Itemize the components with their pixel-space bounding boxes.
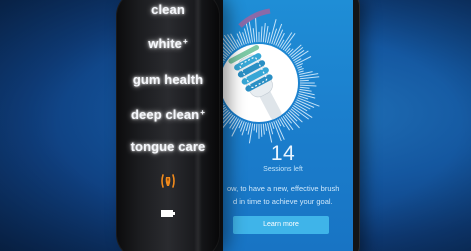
mode-gum-health-label[interactable]: gum health (116, 72, 220, 87)
activity-bar (262, 23, 266, 43)
brush-head-visual (223, 8, 320, 144)
activity-bar (264, 25, 269, 43)
activity-bar (241, 121, 247, 136)
mode-gum-health-text: gum health (132, 72, 204, 87)
info-text-line-1: ow, to have a new, effective brush (227, 184, 340, 193)
activity-bar (245, 122, 249, 132)
mode-tongue-care-text: tongue care (130, 139, 206, 154)
activity-bar (284, 43, 292, 52)
mode-white-text: white (148, 36, 182, 51)
activity-bar (267, 122, 273, 143)
toothbrush-handle: clean white+ gum health deep clean+ tong… (116, 0, 220, 251)
activity-bar (223, 61, 224, 63)
activity-bar (293, 104, 313, 119)
activity-bar (298, 70, 304, 73)
activity-bar (271, 121, 275, 129)
product-photo: 14 Sessions left ow, to have a new, effe… (0, 0, 471, 251)
activity-bar (238, 31, 245, 45)
activity-bar (236, 33, 243, 46)
activity-bar (264, 123, 268, 131)
activity-bar (299, 79, 309, 82)
activity-bar (262, 123, 265, 135)
mode-deep-clean-text: deep clean (131, 107, 200, 122)
mode-tongue-care-label[interactable]: tongue care (116, 139, 220, 154)
activity-bar (299, 84, 317, 87)
activity-bar (252, 28, 256, 43)
activity-bar (255, 123, 258, 133)
activity-bar (267, 32, 271, 44)
pressure-sensor-icon (161, 174, 175, 188)
activity-bar (299, 86, 310, 89)
sessions-left-count: 14 (270, 142, 296, 165)
activity-bar (223, 104, 225, 107)
smartphone: 14 Sessions left ow, to have a new, effe… (209, 0, 359, 251)
activity-bar (247, 122, 251, 135)
mode-clean-text: clean (151, 2, 185, 17)
battery-icon (161, 210, 175, 217)
learn-more-button[interactable]: Learn more (233, 216, 329, 234)
mode-deep-clean-label[interactable]: deep clean+ (116, 107, 220, 122)
activity-bar (286, 113, 300, 129)
info-text-line-2: d in time to achieve your goal. (233, 197, 333, 206)
activity-bar (299, 88, 312, 92)
activity-bar (297, 68, 304, 71)
activity-bar (260, 123, 263, 137)
mode-deep-clean-plus: + (200, 108, 205, 117)
activity-bar (299, 76, 320, 80)
activity-bar (260, 26, 263, 43)
mode-white-label[interactable]: white+ (116, 36, 220, 51)
sessions-left-label: Sessions left (263, 166, 303, 173)
activity-bar (255, 16, 258, 43)
activity-bar (253, 123, 256, 131)
app-screen: 14 Sessions left ow, to have a new, effe… (223, 0, 353, 251)
mode-clean-label[interactable]: clean (116, 2, 220, 17)
mode-white-plus: + (182, 37, 188, 46)
activity-bar (229, 115, 236, 124)
activity-bar (297, 66, 303, 69)
